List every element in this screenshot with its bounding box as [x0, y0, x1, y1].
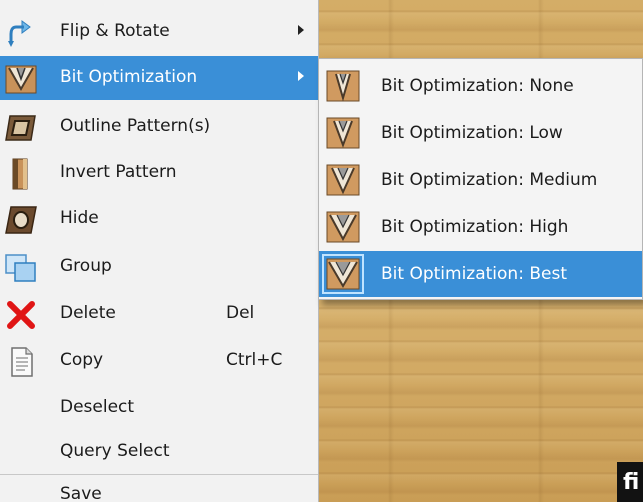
- submenu-item-none[interactable]: Bit Optimization: None: [319, 63, 642, 109]
- corner-badge: fi: [617, 462, 643, 502]
- submenu-item-label: Bit Optimization: Low: [381, 123, 563, 143]
- menu-item-label: Copy: [60, 350, 104, 370]
- menu-item-outline-pattern[interactable]: Outline Pattern(s): [0, 105, 318, 149]
- menu-item-save[interactable]: Save: [0, 475, 318, 502]
- bit-optimization-submenu: Bit Optimization: None Bit Optimization:…: [318, 58, 643, 300]
- copy-icon: [4, 346, 38, 378]
- menu-item-delete[interactable]: Delete Del: [0, 292, 318, 336]
- bit-optimization-icon: [4, 63, 38, 95]
- bit-high-icon: [325, 210, 361, 244]
- submenu-item-label: Bit Optimization: Medium: [381, 170, 598, 190]
- hide-icon: [4, 204, 38, 236]
- menu-item-label: Flip & Rotate: [60, 21, 170, 41]
- submenu-arrow-icon: [298, 25, 304, 35]
- bit-none-icon: [325, 69, 361, 103]
- menu-item-label: Invert Pattern: [60, 162, 177, 182]
- menu-item-hide[interactable]: Hide: [0, 197, 318, 241]
- menu-item-label: Outline Pattern(s): [60, 116, 211, 136]
- menu-item-flip-rotate[interactable]: Flip & Rotate: [0, 10, 318, 54]
- submenu-item-label: Bit Optimization: Best: [381, 264, 567, 284]
- submenu-item-low[interactable]: Bit Optimization: Low: [319, 110, 642, 156]
- submenu-arrow-icon: [298, 71, 304, 81]
- submenu-item-best[interactable]: Bit Optimization: Best: [319, 251, 642, 297]
- bit-medium-icon: [325, 163, 361, 197]
- menu-item-label: Save: [60, 484, 102, 502]
- menu-item-copy[interactable]: Copy Ctrl+C: [0, 339, 318, 383]
- submenu-item-medium[interactable]: Bit Optimization: Medium: [319, 157, 642, 203]
- delete-icon: [4, 299, 38, 331]
- submenu-item-label: Bit Optimization: High: [381, 217, 569, 237]
- bit-low-icon: [325, 116, 361, 150]
- menu-item-query-select[interactable]: Query Select: [0, 430, 318, 474]
- submenu-item-high[interactable]: Bit Optimization: High: [319, 204, 642, 250]
- menu-item-label: Query Select: [60, 441, 170, 461]
- menu-item-label: Group: [60, 256, 112, 276]
- submenu-item-label: Bit Optimization: None: [381, 76, 574, 96]
- invert-pattern-icon: [4, 158, 38, 190]
- menu-item-label: Deselect: [60, 397, 135, 417]
- menu-item-label: Hide: [60, 208, 99, 228]
- context-menu: Flip & Rotate Bit Optimization Outline P…: [0, 0, 319, 502]
- menu-item-deselect[interactable]: Deselect: [0, 386, 318, 430]
- shortcut-label: Ctrl+C: [226, 350, 283, 370]
- outline-pattern-icon: [4, 112, 38, 144]
- bit-best-icon: [322, 254, 364, 294]
- menu-item-group[interactable]: Group: [0, 245, 318, 289]
- menu-item-label: Delete: [60, 303, 116, 323]
- menu-item-label: Bit Optimization: [60, 67, 198, 87]
- group-icon: [4, 252, 38, 284]
- menu-item-invert-pattern[interactable]: Invert Pattern: [0, 151, 318, 195]
- shortcut-label: Del: [226, 303, 255, 323]
- menu-item-bit-optimization[interactable]: Bit Optimization: [0, 56, 318, 100]
- flip-rotate-icon: [4, 17, 38, 49]
